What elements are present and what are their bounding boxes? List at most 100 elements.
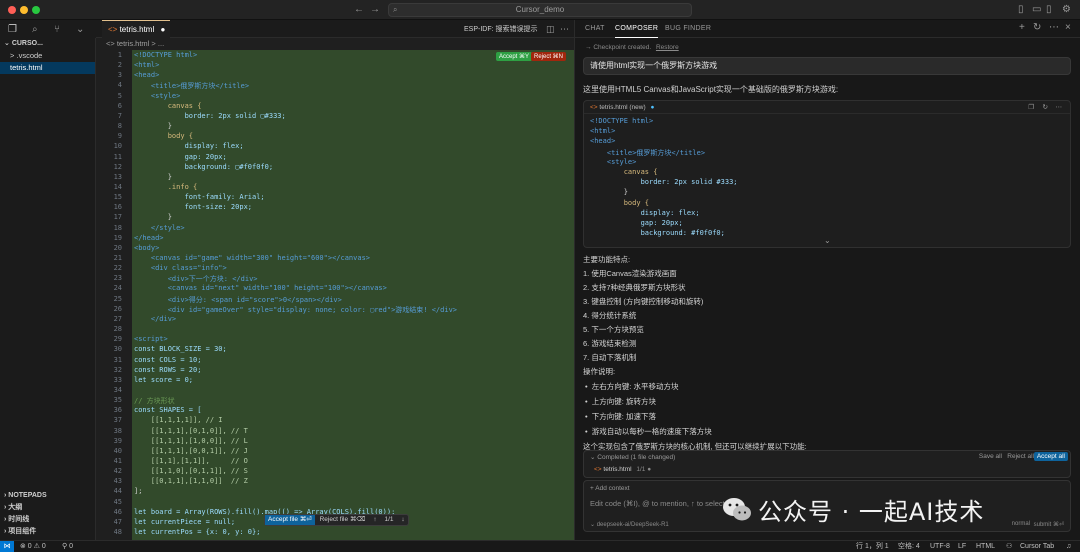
code-editor[interactable]: 1 2 3 4 5 6 7 8 9 10 11 12 13 14 15 16 17 18 19 20 21 22 23 24 2… [96,50,574,540]
submit-button[interactable]: submit ⌘⏎ [1034,521,1064,528]
feature-item: 6. 游戏结束检测 [583,339,637,348]
control-text: 游戏自动以每秒一格的速度下落方块 [591,427,712,436]
tab-chat[interactable]: CHAT [585,20,605,38]
code-line: const BLOCK_SIZE = 30; [134,345,227,354]
accept-all-button[interactable]: Accept all [1033,452,1068,461]
source-control-icon[interactable]: ⑂ [54,23,60,37]
unsaved-dot-icon[interactable]: ● [160,25,165,34]
code-block-line: } [590,188,628,197]
code-line: const COLS = 10; [134,355,202,364]
add-icon[interactable]: + [1019,22,1025,33]
close-window-button[interactable] [8,6,16,14]
bell-icon[interactable]: ♫ [1066,541,1071,552]
ai-panel: CHAT COMPOSER BUG FINDER + ↻ ⋯ × → Check… [574,20,1080,540]
code-line: let currentPos = {x: 0, y: 0}; [134,528,261,537]
ports-indicator[interactable]: ⚲ 0 [62,541,73,552]
reject-all-button[interactable]: Reject all [1007,453,1034,460]
section-label: 时间线 [8,516,30,523]
tab-bug-finder[interactable]: BUG FINDER [665,20,711,38]
cursor-tab-indicator[interactable]: Cursor Tab [1020,541,1054,552]
sidebar-toolbar: ❐ ⌕ ⑂ ⌄ [0,20,96,38]
copy-icon[interactable]: ❐ [1028,101,1034,114]
language-mode[interactable]: HTML [976,541,995,552]
line-number: 2 [117,61,122,70]
end-of-line[interactable]: LF [958,541,966,552]
code-line: font-size: 20px; [134,203,253,212]
feature-item: 7. 自动下落机制 [583,353,637,362]
remote-indicator-icon[interactable]: ⋈ [0,541,14,552]
chevron-down-icon[interactable]: ⌄ [76,23,84,37]
mode-selector[interactable]: normal [1012,521,1030,527]
completed-changes-card: ⌄ Completed (1 file changed) Save all Re… [583,450,1071,478]
line-number: 47 [113,517,122,526]
line-number: 32 [113,365,122,374]
breadcrumb[interactable]: <> tetris.html > ... [96,38,574,50]
back-arrow-icon[interactable]: ← [354,3,364,17]
close-icon[interactable]: × [1065,22,1071,33]
model-selector[interactable]: ⌄ deepseek-ai/DeepSeek-R1 [590,521,669,528]
line-number: 38 [113,426,122,435]
code-block-line: body { [590,198,650,207]
toggle-secondary-sidebar-icon[interactable]: ▯ [1046,3,1052,17]
command-center-search[interactable]: ⌕ Cursor_demo [388,3,692,17]
folder-vscode[interactable]: > .vscode [0,50,95,62]
save-all-button[interactable]: Save all [979,453,1002,460]
line-number: 4 [117,81,122,90]
diff-review-toolbar: Accept file ⌘⏎ Reject file ⌘⌫ ↑ 1/1 ↓ [264,514,409,526]
more-icon[interactable]: ⋯ [1056,101,1063,114]
toggle-sidebar-icon[interactable]: ▯ [1018,3,1024,17]
completed-label[interactable]: ⌄ Completed (1 file changed) [590,453,675,461]
split-editor-icon[interactable]: ◫ [546,22,555,36]
accept-change-button[interactable]: Accept ⌘Y [495,52,532,61]
section-outline[interactable]: › 大纲 [0,502,96,514]
forward-arrow-icon[interactable]: → [370,3,380,17]
html-file-icon: <> [594,466,604,473]
maximize-window-button[interactable] [32,6,40,14]
accept-file-button[interactable]: Accept file ⌘⏎ [265,515,315,525]
file-tetris-html[interactable]: tetris.html [0,62,95,74]
cursor-position[interactable]: 行 1，列 1 [856,541,889,552]
line-number: 20 [113,243,122,252]
restore-link[interactable]: Restore [656,44,679,51]
html-file-icon: <> [590,104,600,111]
apply-icon[interactable]: ↻ [1043,101,1048,114]
settings-gear-icon[interactable]: ⚙ [1062,3,1071,17]
previous-change-icon[interactable]: ↑ [370,515,379,525]
tab-tetris-html[interactable]: <> tetris.html ● [102,20,170,38]
tab-composer[interactable]: COMPOSER [615,20,659,38]
reject-file-button[interactable]: Reject file ⌘⌫ [317,515,369,525]
next-change-icon[interactable]: ↓ [398,515,407,525]
more-actions-icon[interactable]: ⋯ [560,22,569,36]
encoding[interactable]: UTF-8 [930,541,950,552]
code-line: .info { [134,182,198,191]
section-project-components[interactable]: › 项目组件 [0,526,96,538]
indentation[interactable]: 空格: 4 [898,541,920,552]
explorer-icon[interactable]: ❐ [8,23,17,37]
user-message[interactable]: 请使用html实现一个俄罗斯方块游戏 [583,57,1071,75]
code-line: <div id="gameOver" style="display: none;… [134,305,458,314]
code-line: border: 2px solid ▢#333; [134,111,286,120]
code-line: <!DOCTYPE html> [134,51,198,59]
reject-change-button[interactable]: Reject ⌘N [530,52,566,61]
composer-placeholder[interactable]: Edit code (⌘I), @ to mention, ↑ to selec… [590,499,725,508]
more-actions-icon[interactable]: ⋯ [1049,22,1059,33]
section-notepads[interactable]: › NOTEPADS [0,490,96,502]
minimize-window-button[interactable] [20,6,28,14]
esp-idf-search-button[interactable]: ESP-IDF: 搜索错误提示 [464,24,538,34]
line-number: 7 [117,111,122,120]
section-timeline[interactable]: › 时间线 [0,514,96,526]
changed-file-row[interactable]: <> tetris.html 1/1 ● [594,466,651,473]
toggle-panel-icon[interactable]: ▭ [1032,3,1041,17]
search-icon[interactable]: ⌕ [32,23,38,37]
explorer-header[interactable]: ⌄ CURSO... [0,38,95,50]
watermark-text: 公众号 · 一起AI技术 [758,498,985,526]
add-context-button[interactable]: + Add context [590,485,630,492]
control-text: 上方向键: 旋转方块 [591,397,656,406]
code-line: canvas { [134,101,202,110]
line-number: 36 [113,406,122,415]
expand-chevron-icon[interactable]: ⌄ [824,236,831,245]
problems-indicator[interactable]: ⊗ 0 ⚠ 0 [20,541,46,552]
history-icon[interactable]: ↻ [1033,22,1041,33]
feature-item: 3. 键盘控制 (方向键控制移动和旋转) [583,297,704,306]
notifications-icon[interactable]: ⚇ [1006,541,1012,552]
